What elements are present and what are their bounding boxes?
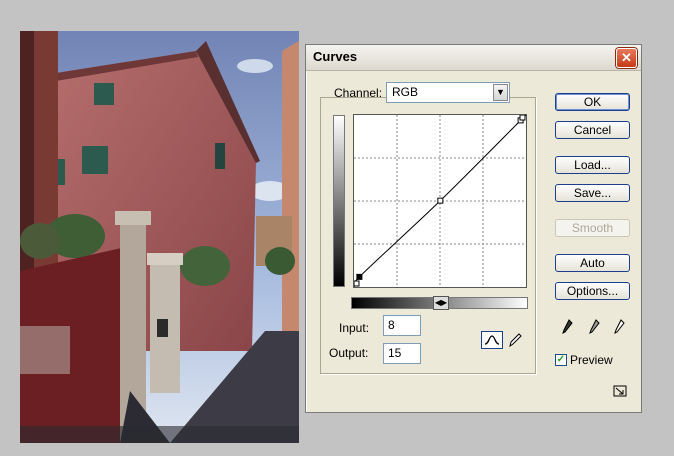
- dialog-title: Curves: [313, 49, 358, 64]
- chevron-down-icon[interactable]: ▼: [493, 84, 508, 101]
- preview-checkbox[interactable]: ✓: [555, 354, 567, 366]
- curves-dialog: Curves ✕ Channel: RGB ▼ ◀▶ Input: 8 Outp…: [305, 44, 642, 413]
- eyedropper-icon: [589, 319, 600, 334]
- curve-graph[interactable]: [351, 112, 529, 288]
- channel-label: Channel:: [334, 86, 383, 100]
- options-button[interactable]: Options...: [555, 282, 630, 300]
- auto-button[interactable]: Auto: [555, 254, 630, 272]
- ok-button[interactable]: OK: [555, 93, 630, 111]
- curve-plot[interactable]: [351, 112, 529, 288]
- cancel-button[interactable]: Cancel: [555, 121, 630, 139]
- output-label: Output:: [329, 346, 369, 360]
- smooth-button[interactable]: Smooth: [555, 219, 630, 237]
- load-button[interactable]: Load...: [555, 156, 630, 174]
- eyedropper-icon: [562, 319, 573, 334]
- close-button[interactable]: ✕: [616, 48, 637, 68]
- white-eyedropper-button[interactable]: [612, 318, 626, 336]
- preview-label: Preview: [570, 353, 613, 367]
- pencil-icon: [509, 333, 522, 348]
- channel-value: RGB: [392, 85, 419, 99]
- output-gradient-bar: [333, 115, 345, 287]
- curve-endpoint-white[interactable]: [519, 114, 526, 121]
- curve-tool-button[interactable]: [481, 331, 503, 349]
- black-eyedropper-button[interactable]: [560, 318, 574, 336]
- curve-endpoint-black[interactable]: [353, 280, 360, 287]
- input-label: Input:: [339, 321, 370, 335]
- pencil-tool-button[interactable]: [506, 331, 528, 349]
- resize-icon: [613, 385, 627, 397]
- output-field[interactable]: 15: [383, 343, 421, 364]
- curve-control-point[interactable]: [356, 273, 363, 280]
- gradient-toggle-icon[interactable]: ◀▶: [433, 296, 449, 310]
- resize-button[interactable]: [613, 384, 627, 397]
- channel-select[interactable]: RGB ▼: [386, 82, 510, 103]
- curve-control-point[interactable]: [437, 197, 444, 204]
- curve-tool-icon: [484, 335, 500, 345]
- save-button[interactable]: Save...: [555, 184, 630, 202]
- image-canvas: [20, 31, 299, 443]
- gray-eyedropper-button[interactable]: [587, 318, 601, 336]
- street-photo: [20, 31, 299, 443]
- title-bar[interactable]: Curves ✕: [306, 45, 641, 71]
- eyedropper-icon: [614, 319, 625, 334]
- input-field[interactable]: 8: [383, 315, 421, 336]
